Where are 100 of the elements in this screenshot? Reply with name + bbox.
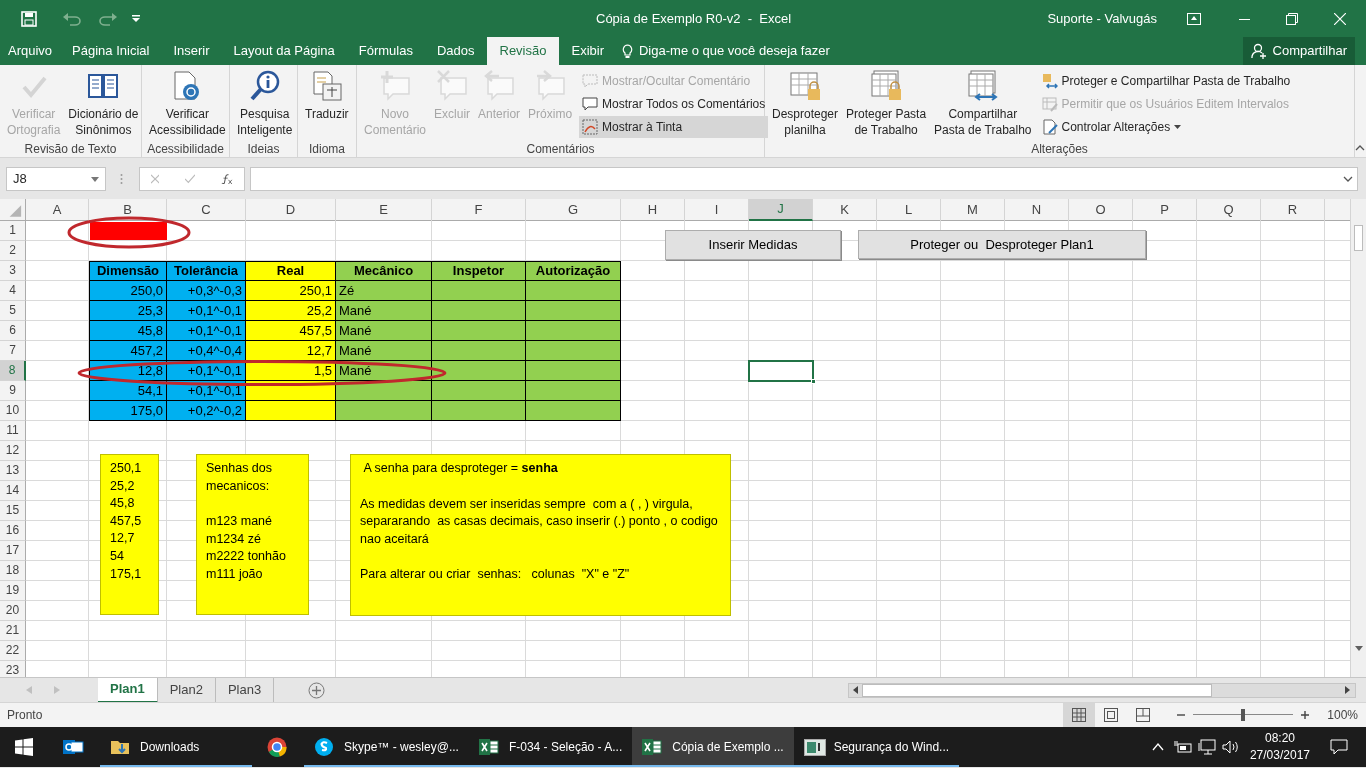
column-header[interactable]: E xyxy=(336,199,432,221)
column-header[interactable]: P xyxy=(1133,199,1197,221)
ribbon-button[interactable]: Desproteger planilha xyxy=(769,70,842,138)
ribbon-button[interactable]: Mostrar Todos os Comentários xyxy=(579,93,769,115)
account-name[interactable]: Suporte - Valvugás xyxy=(1047,8,1157,29)
vertical-scrollbar[interactable] xyxy=(1350,199,1366,677)
row-header[interactable]: 17 xyxy=(0,541,26,561)
column-header[interactable]: N xyxy=(1005,199,1069,221)
comment-toggle-icon xyxy=(582,73,599,89)
sheet-tab[interactable]: Plan1 xyxy=(98,677,158,703)
ribbon-button[interactable]: Mostrar à Tinta xyxy=(579,116,769,138)
row-header[interactable]: 21 xyxy=(0,621,26,641)
row-header[interactable]: 20 xyxy=(0,601,26,621)
formula-input[interactable] xyxy=(250,167,1358,191)
add-sheet-icon[interactable] xyxy=(308,681,326,699)
ribbon-button[interactable]: Verificar Acessibilidade xyxy=(146,70,229,138)
scroll-down-icon xyxy=(1354,646,1363,651)
zoom-in-icon[interactable] xyxy=(1301,711,1310,719)
row-header[interactable]: 5 xyxy=(0,301,26,321)
share-button[interactable]: Compartilhar xyxy=(1242,37,1355,65)
network-icon[interactable] xyxy=(1197,739,1216,755)
clock[interactable]: 08:20 27/03/2017 xyxy=(1249,730,1310,764)
horizontal-scrollbar[interactable] xyxy=(848,682,1357,698)
volume-icon[interactable] xyxy=(1221,740,1240,754)
taskbar-button[interactable]: Downloads xyxy=(100,727,252,767)
ribbon-display-icon[interactable] xyxy=(1187,12,1201,25)
menu-tab[interactable]: Fórmulas xyxy=(346,37,425,65)
scrollbar-thumb[interactable] xyxy=(1354,225,1363,251)
column-header[interactable]: L xyxy=(877,199,941,221)
zoom-out-icon[interactable] xyxy=(1177,711,1186,719)
ribbon-button[interactable]: Controlar Alterações xyxy=(1038,116,1294,138)
customize-icon[interactable] xyxy=(132,14,140,23)
ribbon-button[interactable]: Proteger e Compartilhar Pasta de Trabalho xyxy=(1038,70,1294,92)
row-header[interactable]: 1 xyxy=(0,221,26,241)
taskbar-button[interactable]: Skype™ - wesley@... xyxy=(304,727,469,767)
function-icon[interactable] xyxy=(221,173,233,185)
close-icon[interactable] xyxy=(1334,12,1346,25)
view-button[interactable] xyxy=(1063,702,1096,728)
column-header[interactable]: R xyxy=(1261,199,1325,221)
row-header[interactable]: 10 xyxy=(0,401,26,421)
sheet-button[interactable]: Proteger ou Desproteger Plan1 xyxy=(858,230,1146,259)
row-header[interactable]: 7 xyxy=(0,341,26,361)
battery-icon[interactable] xyxy=(1173,740,1192,754)
translate-icon xyxy=(310,70,343,102)
menu-tab[interactable]: Revisão xyxy=(486,37,560,65)
menu-tab[interactable]: Exibir xyxy=(559,37,616,65)
column-header[interactable]: F xyxy=(432,199,526,221)
collapse-icon[interactable] xyxy=(1355,145,1365,151)
taskbar-button[interactable]: Cópia de Exemplo ... xyxy=(632,727,794,767)
column-header[interactable]: O xyxy=(1069,199,1133,221)
column-header[interactable]: H xyxy=(621,199,685,221)
ribbon-button[interactable]: Pesquisa Inteligente xyxy=(234,70,296,138)
row-header[interactable]: 19 xyxy=(0,581,26,601)
column-header[interactable]: M xyxy=(941,199,1005,221)
column-header[interactable]: Q xyxy=(1197,199,1261,221)
row-header[interactable]: 4 xyxy=(0,281,26,301)
row-header[interactable]: 6 xyxy=(0,321,26,341)
caret-icon xyxy=(1174,125,1182,129)
row-header[interactable]: 8 xyxy=(0,361,26,381)
ribbon-button[interactable]: Traduzir xyxy=(302,70,352,122)
menu-tab[interactable]: Dados xyxy=(424,37,487,65)
row-header[interactable]: 16 xyxy=(0,521,26,541)
ribbon-button[interactable]: Dicionário de Sinônimos xyxy=(65,70,142,138)
row-header[interactable]: 23 xyxy=(0,661,26,677)
workbook-share-icon xyxy=(966,70,999,102)
tell-me-field[interactable]: Diga-me o que você deseja fazer xyxy=(639,41,830,61)
ribbon-button[interactable]: Proteger Pasta de Trabalho xyxy=(843,70,930,138)
menu-tab[interactable]: Inserir xyxy=(161,37,222,65)
column-header[interactable]: C xyxy=(167,199,246,221)
taskbar-button[interactable]: F-034 - Seleção - A... xyxy=(468,727,633,767)
column-header[interactable]: J xyxy=(749,199,813,221)
chevron-up-icon[interactable] xyxy=(1151,743,1164,751)
column-header[interactable]: B xyxy=(89,199,167,221)
column-header[interactable]: A xyxy=(26,199,89,221)
menu-tab[interactable]: Layout da Página xyxy=(221,37,347,65)
scrollbar-thumb[interactable] xyxy=(862,683,1213,697)
notification-icon[interactable] xyxy=(1330,739,1348,755)
row-header[interactable]: 14 xyxy=(0,481,26,501)
save-icon[interactable] xyxy=(21,10,37,27)
zoom-slider-thumb[interactable] xyxy=(1241,709,1246,721)
ribbon-button[interactable]: Compartilhar Pasta de Trabalho xyxy=(931,70,1035,138)
row-header[interactable]: 2 xyxy=(0,241,26,261)
menu-tab[interactable]: Arquivo xyxy=(0,37,61,65)
row-header[interactable]: 13 xyxy=(0,461,26,481)
restore-icon[interactable] xyxy=(1286,12,1298,25)
taskbar-button[interactable]: Segurança do Wind... xyxy=(793,727,960,767)
row-header[interactable]: 12 xyxy=(0,441,26,461)
row-header[interactable]: 9 xyxy=(0,381,26,401)
row-header[interactable]: 11 xyxy=(0,421,26,441)
zoom-level[interactable]: 100% xyxy=(1327,706,1358,724)
sheet-button[interactable]: Inserir Medidas xyxy=(665,230,841,260)
menu-tab[interactable]: Página Inicial xyxy=(60,37,162,65)
column-header[interactable]: G xyxy=(526,199,621,221)
row-header[interactable]: 22 xyxy=(0,641,26,661)
column-header[interactable]: D xyxy=(246,199,336,221)
row-header[interactable]: 15 xyxy=(0,501,26,521)
column-header[interactable]: K xyxy=(813,199,877,221)
row-header[interactable]: 3 xyxy=(0,261,26,281)
row-header[interactable]: 18 xyxy=(0,561,26,581)
name-box[interactable]: J8 xyxy=(6,167,106,191)
